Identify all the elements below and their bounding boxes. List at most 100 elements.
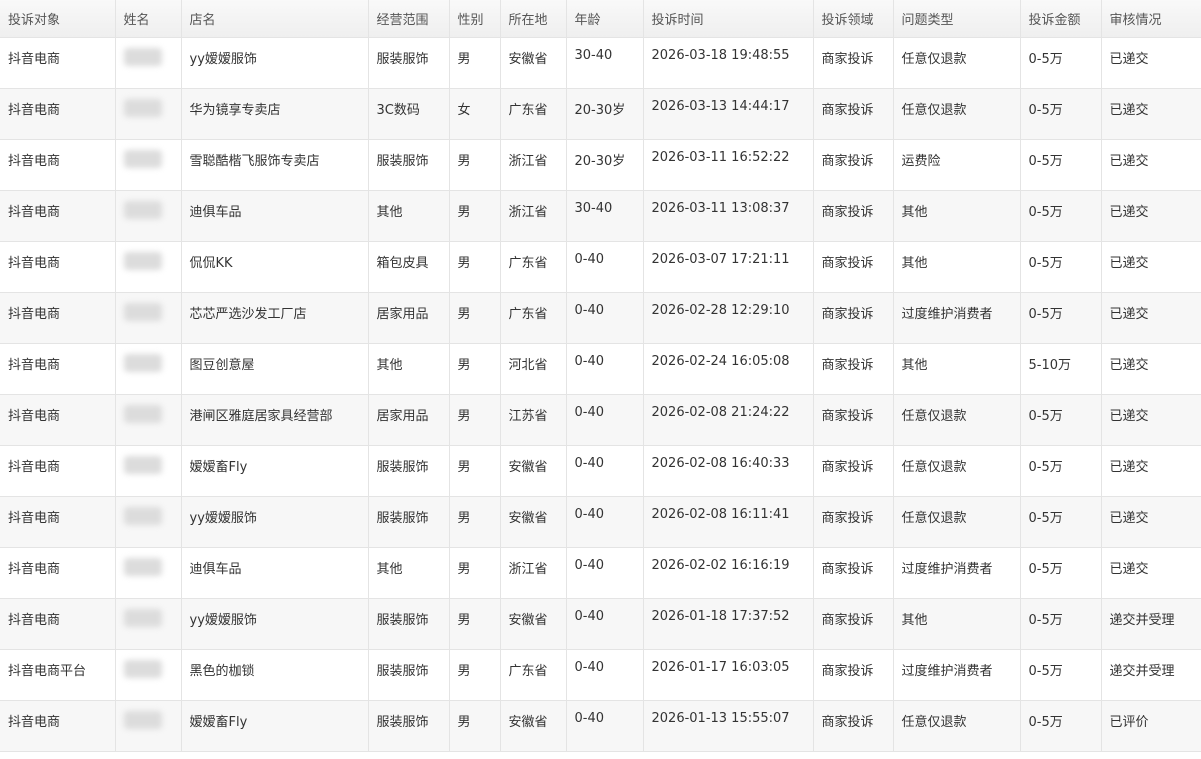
cell-shop: 芯芯严选沙发工厂店 — [180, 291, 369, 344]
cell-amount: 0-5万 — [1019, 36, 1102, 89]
redacted-name-blur — [123, 557, 162, 576]
cell-amount: 0-5万 — [1019, 444, 1102, 497]
cell-shop: 华为镜享专卖店 — [180, 87, 369, 140]
redacted-name-blur — [123, 659, 162, 678]
table-row[interactable]: 抖音电商 嫒嫒畜Fly 服装服饰 男 安徽省 0-40 2026-02-08 1… — [0, 444, 1201, 497]
column-header-amount[interactable]: 投诉金额 — [1019, 0, 1102, 38]
column-header-target[interactable]: 投诉对象 — [0, 0, 116, 38]
cell-target: 抖音电商 — [0, 393, 116, 446]
cell-status: 已递交 — [1100, 189, 1201, 242]
cell-target: 抖音电商 — [0, 597, 116, 650]
cell-field: 商家投诉 — [812, 240, 894, 293]
cell-location: 江苏省 — [499, 393, 567, 446]
redacted-name-blur — [123, 251, 162, 270]
cell-time: 2026-02-28 12:29:10 — [642, 291, 814, 344]
table-row[interactable]: 抖音电商 港闸区雅庭居家具经营部 居家用品 男 江苏省 0-40 2026-02… — [0, 393, 1201, 446]
column-header-status[interactable]: 审核情况 — [1100, 0, 1201, 38]
cell-time: 2026-01-13 15:55:07 — [642, 699, 814, 752]
cell-status: 已递交 — [1100, 138, 1201, 191]
cell-location: 广东省 — [499, 291, 567, 344]
table-row[interactable]: 抖音电商 嫒嫒畜Fly 服装服饰 男 安徽省 0-40 2026-01-13 1… — [0, 699, 1201, 752]
table-row[interactable]: 抖音电商平台 黑色的枷锁 服装服饰 男 广东省 0-40 2026-01-17 … — [0, 648, 1201, 701]
table-row[interactable]: 抖音电商 yy嫒嫒服饰 服装服饰 男 安徽省 30-40 2026-03-18 … — [0, 36, 1201, 89]
cell-location: 河北省 — [499, 342, 567, 395]
cell-age: 0-40 — [565, 291, 644, 344]
column-header-time[interactable]: 投诉时间 — [642, 0, 814, 38]
cell-age: 0-40 — [565, 546, 644, 599]
table-row[interactable]: 抖音电商 yy嫒嫒服饰 服装服饰 男 安徽省 0-40 2026-01-18 1… — [0, 597, 1201, 650]
column-header-shop[interactable]: 店名 — [180, 0, 369, 38]
column-header-field[interactable]: 投诉领域 — [812, 0, 894, 38]
redacted-name-blur — [123, 302, 162, 321]
cell-age: 20-30岁 — [565, 138, 644, 191]
cell-shop: 迪俱车品 — [180, 546, 369, 599]
cell-target: 抖音电商平台 — [0, 648, 116, 701]
redacted-name-blur — [123, 98, 162, 117]
table-row[interactable]: 抖音电商 迪俱车品 其他 男 浙江省 0-40 2026-02-02 16:16… — [0, 546, 1201, 599]
cell-issue: 任意仅退款 — [892, 699, 1021, 752]
cell-status: 递交并受理 — [1100, 648, 1201, 701]
cell-issue: 过度维护消费者 — [892, 546, 1021, 599]
cell-status: 已递交 — [1100, 342, 1201, 395]
cell-age: 0-40 — [565, 597, 644, 650]
complaints-table-container: 投诉对象 姓名 店名 经营范围 性别 所在地 年龄 投诉时间 投诉领域 问题类型… — [0, 0, 1201, 759]
table-row[interactable]: 抖音电商 迪俱车品 其他 男 浙江省 30-40 2026-03-11 13:0… — [0, 189, 1201, 242]
cell-amount: 0-5万 — [1019, 393, 1102, 446]
cell-gender: 男 — [448, 189, 501, 242]
cell-target: 抖音电商 — [0, 699, 116, 752]
cell-gender: 男 — [448, 393, 501, 446]
table-row[interactable]: 抖音电商 华为镜享专卖店 3C数码 女 广东省 20-30岁 2026-03-1… — [0, 87, 1201, 140]
table-row[interactable]: 抖音电商 yy嫒嫒服饰 服装服饰 男 安徽省 0-40 2026-02-08 1… — [0, 495, 1201, 548]
cell-name — [114, 444, 182, 497]
cell-amount: 0-5万 — [1019, 138, 1102, 191]
cell-status: 已递交 — [1100, 36, 1201, 89]
cell-target: 抖音电商 — [0, 138, 116, 191]
cell-shop: 雪聪酷楷飞服饰专卖店 — [180, 138, 369, 191]
column-header-scope[interactable]: 经营范围 — [367, 0, 450, 38]
cell-target: 抖音电商 — [0, 291, 116, 344]
cell-name — [114, 393, 182, 446]
cell-age: 0-40 — [565, 393, 644, 446]
cell-shop: yy嫒嫒服饰 — [180, 495, 369, 548]
cell-gender: 男 — [448, 240, 501, 293]
column-header-location[interactable]: 所在地 — [499, 0, 567, 38]
cell-age: 30-40 — [565, 36, 644, 89]
cell-scope: 服装服饰 — [367, 699, 450, 752]
cell-status: 已递交 — [1100, 546, 1201, 599]
column-header-issue[interactable]: 问题类型 — [892, 0, 1021, 38]
cell-scope: 服装服饰 — [367, 36, 450, 89]
redacted-name-blur — [123, 200, 162, 219]
cell-field: 商家投诉 — [812, 444, 894, 497]
header-row: 投诉对象 姓名 店名 经营范围 性别 所在地 年龄 投诉时间 投诉领域 问题类型… — [0, 0, 1201, 38]
column-header-age[interactable]: 年龄 — [565, 0, 644, 38]
cell-field: 商家投诉 — [812, 189, 894, 242]
cell-status: 已递交 — [1100, 495, 1201, 548]
cell-target: 抖音电商 — [0, 444, 116, 497]
cell-shop: yy嫒嫒服饰 — [180, 597, 369, 650]
column-header-gender[interactable]: 性别 — [448, 0, 501, 38]
redacted-name-blur — [123, 710, 162, 729]
table-row[interactable]: 抖音电商 雪聪酷楷飞服饰专卖店 服装服饰 男 浙江省 20-30岁 2026-0… — [0, 138, 1201, 191]
cell-status: 已递交 — [1100, 393, 1201, 446]
cell-status: 已评价 — [1100, 699, 1201, 752]
cell-issue: 其他 — [892, 342, 1021, 395]
cell-time: 2026-02-08 21:24:22 — [642, 393, 814, 446]
cell-field: 商家投诉 — [812, 291, 894, 344]
cell-name — [114, 240, 182, 293]
redacted-name-blur — [123, 149, 162, 168]
cell-location: 浙江省 — [499, 546, 567, 599]
cell-issue: 任意仅退款 — [892, 444, 1021, 497]
cell-age: 30-40 — [565, 189, 644, 242]
table-row[interactable]: 抖音电商 侃侃KK 箱包皮具 男 广东省 0-40 2026-03-07 17:… — [0, 240, 1201, 293]
cell-time: 2026-01-17 16:03:05 — [642, 648, 814, 701]
cell-name — [114, 138, 182, 191]
column-header-name[interactable]: 姓名 — [114, 0, 182, 38]
redacted-name-blur — [123, 404, 162, 423]
cell-scope: 3C数码 — [367, 87, 450, 140]
table-row[interactable]: 抖音电商 图豆创意屋 其他 男 河北省 0-40 2026-02-24 16:0… — [0, 342, 1201, 395]
cell-field: 商家投诉 — [812, 699, 894, 752]
cell-scope: 其他 — [367, 546, 450, 599]
table-row[interactable]: 抖音电商 芯芯严选沙发工厂店 居家用品 男 广东省 0-40 2026-02-2… — [0, 291, 1201, 344]
cell-location: 广东省 — [499, 87, 567, 140]
cell-time: 2026-02-02 16:16:19 — [642, 546, 814, 599]
